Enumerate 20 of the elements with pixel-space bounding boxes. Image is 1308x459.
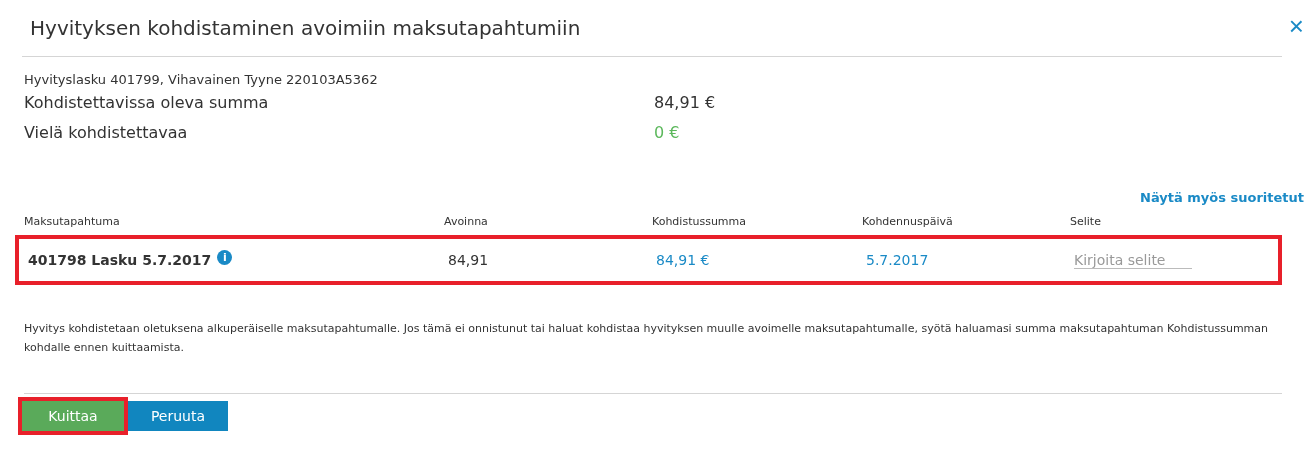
- column-header: Selite: [1070, 215, 1102, 228]
- column-header: Kohdistussumma: [652, 215, 748, 228]
- summary-value: 84,91 €: [654, 92, 717, 114]
- note-field[interactable]: Kirjoita selite: [1074, 251, 1192, 269]
- show-completed-link[interactable]: Näytä myös suoritetut: [1140, 190, 1304, 205]
- date-link[interactable]: 5.7.2017: [866, 252, 1074, 268]
- summary-label: Vielä kohdistettavaa: [24, 122, 189, 144]
- invoice-line: Hyvityslasku 401799, Vihavainen Tyyne 220103A5362: [24, 72, 379, 87]
- column-header: Kohdennuspäivä: [862, 215, 954, 228]
- dialog-title: Hyvityksen kohdistaminen avoimiin maksutapahtumiin: [30, 16, 581, 40]
- column-header: Avoinna: [444, 215, 489, 228]
- table-cell-text: 84,91: [448, 252, 490, 268]
- info-icon[interactable]: i: [217, 249, 233, 265]
- cancel-button[interactable]: Peruuta: [128, 401, 228, 431]
- column-header: Maksutapahtuma: [24, 215, 121, 228]
- table-cell: 401798 Lasku 5.7.2017: [28, 252, 212, 268]
- help-text: Hyvitys kohdistetaan oletuksena alkuperäiselle maksutapahtumalle. Jos tämä ei onnistunut tai haluat kohdistaa hyvityksen muulle avoimelle maksutapahtumalle, syötä haluamasi summa maksutapahtuman Kohdistussumman kohdalle ennen kuittaamista.: [24, 319, 1282, 394]
- summary-label: Kohdistettavissa oleva summa: [24, 92, 270, 114]
- amount-link[interactable]: 84,91 €: [656, 252, 866, 268]
- summary-value: 0 €: [654, 122, 681, 144]
